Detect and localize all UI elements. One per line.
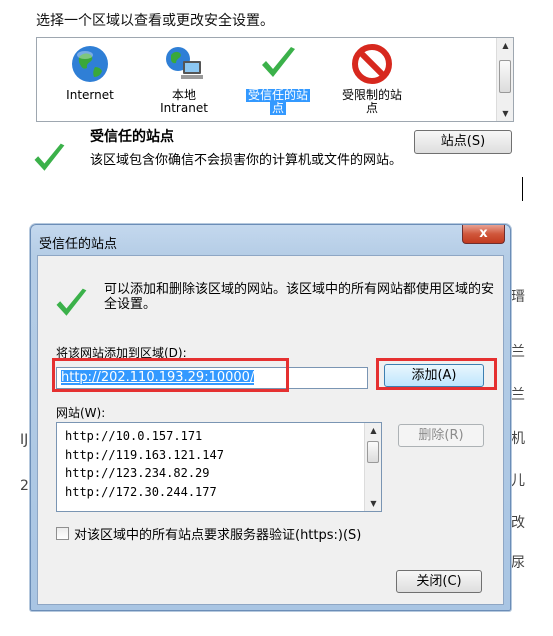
add-site-label: 将该网站添加到区域(D): bbox=[56, 346, 187, 360]
zone-internet[interactable]: Internet bbox=[43, 43, 137, 121]
background-text: 机 bbox=[511, 431, 525, 447]
restricted-icon bbox=[351, 43, 393, 85]
checkmark-icon bbox=[257, 43, 299, 85]
list-item[interactable]: http://10.0.157.171 bbox=[65, 427, 381, 446]
scroll-up-icon[interactable]: ▲ bbox=[365, 426, 381, 435]
list-item[interactable]: http://172.30.244.177 bbox=[65, 483, 381, 502]
remove-button[interactable]: 删除(R) bbox=[398, 424, 484, 447]
background-text: 兰 bbox=[511, 387, 525, 403]
globe-icon bbox=[69, 43, 111, 85]
background-text: IJ bbox=[20, 432, 29, 448]
trusted-sites-dialog: 受信任的站点 x 可以添加和删除该区域的网站。该区域中的所有网站都使用区域的安全… bbox=[30, 224, 511, 611]
sites-list[interactable]: http://10.0.157.171 http://119.163.121.1… bbox=[56, 422, 382, 512]
scroll-down-icon[interactable]: ▼ bbox=[365, 499, 381, 508]
zone-list[interactable]: Internet 本地 Intranet 受信任的站 点 受限制的站 点 ▲ ▼ bbox=[36, 37, 514, 122]
dialog-title: 受信任的站点 bbox=[39, 237, 118, 252]
https-checkbox[interactable]: 对该区域中的所有站点要求服务器验证(https:)(S) bbox=[56, 524, 361, 543]
trusted-checkmark-icon bbox=[30, 140, 68, 178]
zone-restricted-label-2: 点 bbox=[365, 101, 378, 115]
list-item[interactable]: http://123.234.82.29 bbox=[65, 464, 381, 483]
background-text: 2 bbox=[20, 478, 29, 494]
close-icon[interactable]: x bbox=[462, 225, 505, 244]
selected-zone-description: 该区域包含你确信不会损害你的计算机或文件的网站。 bbox=[90, 153, 403, 168]
add-button[interactable]: 添加(A) bbox=[384, 364, 484, 387]
zone-intranet[interactable]: 本地 Intranet bbox=[137, 43, 231, 121]
scroll-up-icon[interactable]: ▲ bbox=[497, 41, 514, 50]
background-text: 瑨 bbox=[511, 289, 525, 305]
sites-button[interactable]: 站点(S) bbox=[414, 130, 512, 154]
dialog-checkmark-icon bbox=[52, 285, 90, 323]
background-text: 尿 bbox=[511, 555, 525, 571]
text-cursor bbox=[522, 177, 523, 201]
sites-list-label: 网站(W): bbox=[56, 406, 106, 420]
url-input[interactable]: http://202.110.193.29:10000/ bbox=[56, 367, 368, 389]
scroll-thumb[interactable] bbox=[367, 441, 379, 463]
https-checkbox-label: 对该区域中的所有站点要求服务器验证(https:)(S) bbox=[74, 528, 362, 543]
zone-internet-label: Internet bbox=[66, 88, 114, 102]
zone-trusted-label-2: 点 bbox=[269, 101, 286, 115]
zone-trusted[interactable]: 受信任的站 点 bbox=[231, 43, 325, 121]
background-text: 儿 bbox=[511, 473, 525, 489]
scroll-thumb[interactable] bbox=[499, 60, 511, 93]
scroll-down-icon[interactable]: ▼ bbox=[497, 109, 514, 118]
intranet-icon bbox=[163, 43, 205, 85]
dialog-body: 可以添加和删除该区域的网站。该区域中的所有网站都使用区域的安全设置。 将该网站添… bbox=[37, 255, 504, 605]
list-item[interactable]: http://119.163.121.147 bbox=[65, 446, 381, 465]
zone-restricted[interactable]: 受限制的站 点 bbox=[325, 43, 419, 121]
close-dialog-button[interactable]: 关闭(C) bbox=[396, 570, 482, 593]
page-root: 选择一个区域以查看或更改安全设置。 Internet 本地 Intranet 受… bbox=[0, 0, 553, 636]
zone-scrollbar[interactable]: ▲ ▼ bbox=[496, 38, 513, 121]
background-text: 改 bbox=[511, 515, 525, 531]
background-text: 兰 bbox=[511, 344, 525, 360]
dialog-description: 可以添加和删除该区域的网站。该区域中的所有网站都使用区域的安全设置。 bbox=[104, 282, 495, 312]
zone-instruction: 选择一个区域以查看或更改安全设置。 bbox=[36, 13, 274, 29]
sites-scrollbar[interactable]: ▲ ▼ bbox=[364, 423, 381, 511]
url-input-value: http://202.110.193.29:10000/ bbox=[61, 370, 255, 385]
checkbox-box[interactable] bbox=[56, 527, 69, 540]
zone-intranet-label-2: Intranet bbox=[160, 101, 208, 115]
selected-zone-title: 受信任的站点 bbox=[90, 129, 174, 145]
